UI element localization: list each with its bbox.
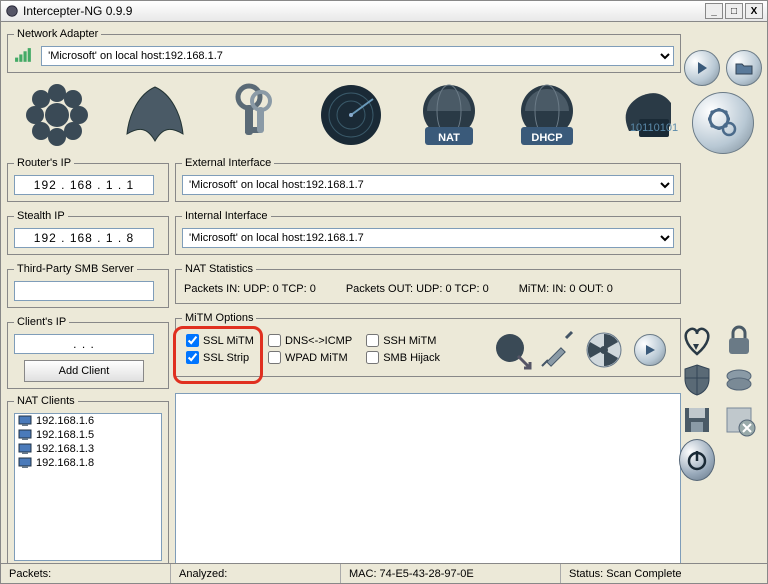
list-item[interactable]: 192.168.1.6 bbox=[15, 414, 161, 428]
router-ip-group: Router's IP 192 . 168 . 1 . 1 bbox=[7, 157, 169, 202]
dhcp-icon[interactable]: DHCP bbox=[503, 79, 591, 151]
minimize-button[interactable]: _ bbox=[705, 3, 723, 19]
network-adapter-group: Network Adapter 'Microsoft' on local hos… bbox=[7, 28, 681, 73]
window-title: Intercepter-NG 0.9.9 bbox=[23, 4, 705, 18]
close-button[interactable]: X bbox=[745, 3, 763, 19]
client-ip-input[interactable]: . . . bbox=[14, 334, 154, 354]
save-icon[interactable] bbox=[679, 402, 715, 438]
syringe-icon[interactable] bbox=[538, 330, 578, 370]
nat-icon[interactable]: NAT bbox=[405, 79, 493, 151]
raw-icon[interactable]: 10110101 bbox=[601, 79, 689, 151]
router-ip-input[interactable]: 192 . 168 . 1 . 1 bbox=[14, 175, 154, 195]
svg-text:DHCP: DHCP bbox=[531, 132, 562, 144]
network-adapter-legend: Network Adapter bbox=[14, 28, 101, 40]
cookies-icon[interactable] bbox=[721, 362, 757, 398]
client-ip-group: Client's IP . . . Add Client bbox=[7, 316, 169, 389]
play-button[interactable] bbox=[684, 50, 720, 86]
wpad-mitm-checkbox[interactable]: WPAD MiTM bbox=[268, 351, 352, 364]
list-item[interactable]: 192.168.1.8 bbox=[15, 456, 161, 470]
list-item[interactable]: 192.168.1.5 bbox=[15, 428, 161, 442]
open-button[interactable] bbox=[726, 50, 762, 86]
packets-in-label: Packets IN: UDP: 0 TCP: 0 bbox=[184, 283, 316, 295]
play-small-button[interactable] bbox=[630, 330, 670, 370]
status-text: Status: Scan Complete bbox=[561, 564, 767, 583]
log-textarea[interactable] bbox=[175, 393, 681, 568]
heartbleed-icon[interactable] bbox=[679, 322, 715, 358]
status-mac: MAC: 74-E5-43-28-97-0E bbox=[341, 564, 561, 583]
external-interface-dropdown[interactable]: 'Microsoft' on local host:192.168.1.7 bbox=[182, 175, 674, 195]
scan-icon[interactable] bbox=[307, 79, 395, 151]
status-analyzed: Analyzed: bbox=[171, 564, 341, 583]
lock-icon[interactable] bbox=[721, 322, 757, 358]
signal-icon bbox=[14, 46, 35, 66]
ssh-mitm-checkbox[interactable]: SSH MiTM bbox=[366, 334, 440, 347]
internal-interface-group: Internal Interface 'Microsoft' on local … bbox=[175, 210, 681, 255]
adapter-dropdown[interactable]: 'Microsoft' on local host:192.168.1.7 bbox=[41, 46, 674, 66]
nat-clients-group: NAT Clients 192.168.1.6 192.168.1.5 192.… bbox=[7, 395, 169, 568]
maximize-button[interactable]: □ bbox=[725, 3, 743, 19]
status-packets: Packets: bbox=[1, 564, 171, 583]
internal-interface-dropdown[interactable]: 'Microsoft' on local host:192.168.1.7 bbox=[182, 228, 674, 248]
svg-text:10110101: 10110101 bbox=[630, 122, 678, 134]
mitm-count-label: MiTM: IN: 0 OUT: 0 bbox=[519, 283, 613, 295]
side-toolbar bbox=[679, 322, 759, 478]
mitm-options-group: MiTM Options SSL MiTM DNS<->ICMP SSH MiT… bbox=[175, 312, 681, 377]
eagle-icon[interactable] bbox=[111, 79, 199, 151]
messengers-icon[interactable] bbox=[13, 79, 101, 151]
add-client-button[interactable]: Add Client bbox=[24, 360, 144, 382]
power-button[interactable] bbox=[679, 442, 715, 478]
radiation-icon[interactable] bbox=[584, 330, 624, 370]
nat-clients-list[interactable]: 192.168.1.6 192.168.1.5 192.168.1.3 192.… bbox=[14, 413, 162, 561]
svg-text:NAT: NAT bbox=[438, 132, 460, 144]
ssl-mitm-checkbox[interactable]: SSL MiTM bbox=[186, 334, 254, 347]
delete-icon[interactable] bbox=[721, 402, 757, 438]
settings-button[interactable] bbox=[692, 92, 754, 154]
smb-server-input[interactable] bbox=[14, 281, 154, 301]
external-interface-group: External Interface 'Microsoft' on local … bbox=[175, 157, 681, 202]
packets-out-label: Packets OUT: UDP: 0 TCP: 0 bbox=[346, 283, 489, 295]
passwords-icon[interactable] bbox=[209, 79, 297, 151]
nat-statistics-group: NAT Statistics Packets IN: UDP: 0 TCP: 0… bbox=[175, 263, 681, 304]
dns-icmp-checkbox[interactable]: DNS<->ICMP bbox=[268, 334, 352, 347]
globe-arrow-icon[interactable] bbox=[492, 330, 532, 370]
smb-server-group: Third-Party SMB Server bbox=[7, 263, 169, 308]
shield-icon[interactable] bbox=[679, 362, 715, 398]
stealth-ip-group: Stealth IP 192 . 168 . 1 . 8 bbox=[7, 210, 169, 255]
titlebar: Intercepter-NG 0.9.9 _ □ X bbox=[0, 0, 768, 22]
smb-hijack-checkbox[interactable]: SMB Hijack bbox=[366, 351, 440, 364]
ssl-strip-checkbox[interactable]: SSL Strip bbox=[186, 351, 254, 364]
list-item[interactable]: 192.168.1.3 bbox=[15, 442, 161, 456]
mode-toolbar: NAT DHCP 10110101 bbox=[7, 75, 761, 155]
app-icon bbox=[5, 4, 19, 18]
statusbar: Packets: Analyzed: MAC: 74-E5-43-28-97-0… bbox=[1, 563, 767, 583]
stealth-ip-input[interactable]: 192 . 168 . 1 . 8 bbox=[14, 228, 154, 248]
